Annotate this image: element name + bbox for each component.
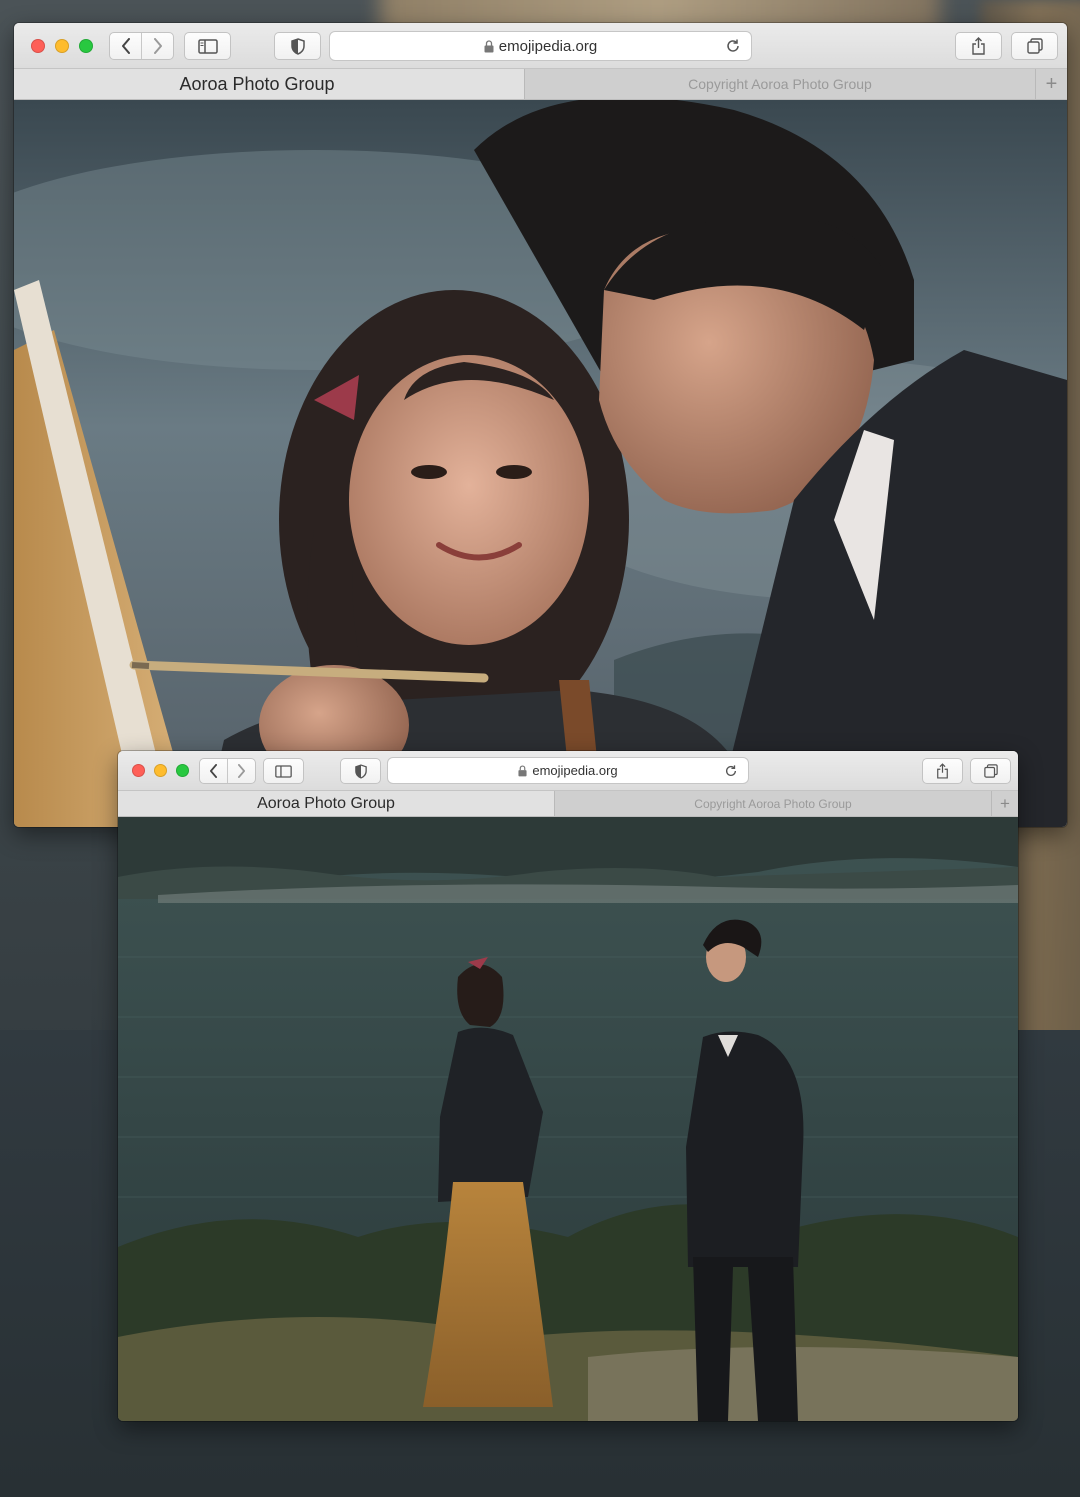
lock-icon [484, 39, 494, 52]
couple-lakeside-photo [118, 817, 1018, 1421]
chevron-left-icon [210, 764, 217, 778]
tab-label: Aoroa Photo Group [257, 794, 395, 812]
minimize-button[interactable] [154, 764, 167, 777]
forward-button[interactable] [227, 759, 255, 783]
back-button[interactable] [110, 33, 141, 59]
couple-painting-photo [14, 100, 1067, 827]
toolbar: emojipedia.org [14, 23, 1067, 69]
back-button[interactable] [200, 759, 227, 783]
tab-label: Aoroa Photo Group [179, 73, 335, 94]
tabs-overview-button[interactable] [1011, 32, 1058, 60]
address-bar[interactable]: emojipedia.org [387, 757, 749, 784]
browser-window-1: emojipedia.org Aoroa Photo Group Copyrig… [14, 23, 1067, 827]
tab-bar: Aoroa Photo Group Copyright Aoroa Photo … [118, 791, 1018, 817]
share-button[interactable] [955, 32, 1002, 60]
share-icon [972, 37, 985, 55]
plus-icon: + [1000, 793, 1010, 813]
tab-bar: Aoroa Photo Group Copyright Aoroa Photo … [14, 69, 1067, 100]
plus-icon: + [1045, 72, 1058, 95]
shield-icon [290, 37, 305, 55]
privacy-button[interactable] [274, 32, 321, 60]
share-button[interactable] [922, 758, 963, 784]
nav-buttons [109, 32, 174, 60]
sidebar-button[interactable] [184, 32, 231, 60]
address-bar[interactable]: emojipedia.org [329, 31, 752, 61]
forward-button[interactable] [141, 33, 173, 59]
tab-active[interactable]: Aoroa Photo Group [118, 791, 554, 816]
tab-active[interactable]: Aoroa Photo Group [14, 69, 524, 99]
maximize-button[interactable] [176, 764, 189, 777]
new-tab-button[interactable]: + [991, 791, 1018, 816]
new-tab-button[interactable]: + [1035, 69, 1067, 99]
tab-label: Copyright Aoroa Photo Group [688, 76, 872, 92]
shield-icon [354, 763, 367, 779]
tab-inactive[interactable]: Copyright Aoroa Photo Group [524, 69, 1035, 99]
url-text: emojipedia.org [532, 763, 618, 778]
tabs-overview-button[interactable] [970, 758, 1011, 784]
share-icon [937, 763, 948, 779]
chevron-right-icon [153, 38, 162, 54]
reload-icon[interactable] [725, 38, 741, 54]
photo-content [118, 817, 1018, 1421]
sidebar-button[interactable] [263, 758, 304, 784]
tabs-overview-icon [983, 764, 998, 778]
window-controls [132, 764, 189, 777]
reload-icon[interactable] [724, 764, 738, 778]
sidebar-icon [275, 764, 292, 778]
tab-label: Copyright Aoroa Photo Group [694, 796, 852, 811]
window-controls [31, 39, 93, 53]
chevron-right-icon [238, 764, 245, 778]
close-button[interactable] [31, 39, 45, 53]
close-button[interactable] [132, 764, 145, 777]
browser-window-2: emojipedia.org Aoroa Photo Group Copyrig… [118, 751, 1018, 1421]
tabs-overview-icon [1026, 38, 1043, 54]
sidebar-icon [197, 38, 218, 54]
toolbar: emojipedia.org [118, 751, 1018, 791]
photo-content [14, 100, 1067, 827]
tab-inactive[interactable]: Copyright Aoroa Photo Group [554, 791, 991, 816]
minimize-button[interactable] [55, 39, 69, 53]
privacy-button[interactable] [340, 758, 381, 784]
lock-icon [518, 764, 527, 776]
url-text: emojipedia.org [498, 37, 598, 55]
nav-buttons [199, 758, 256, 784]
chevron-left-icon [121, 38, 130, 54]
maximize-button[interactable] [79, 39, 93, 53]
